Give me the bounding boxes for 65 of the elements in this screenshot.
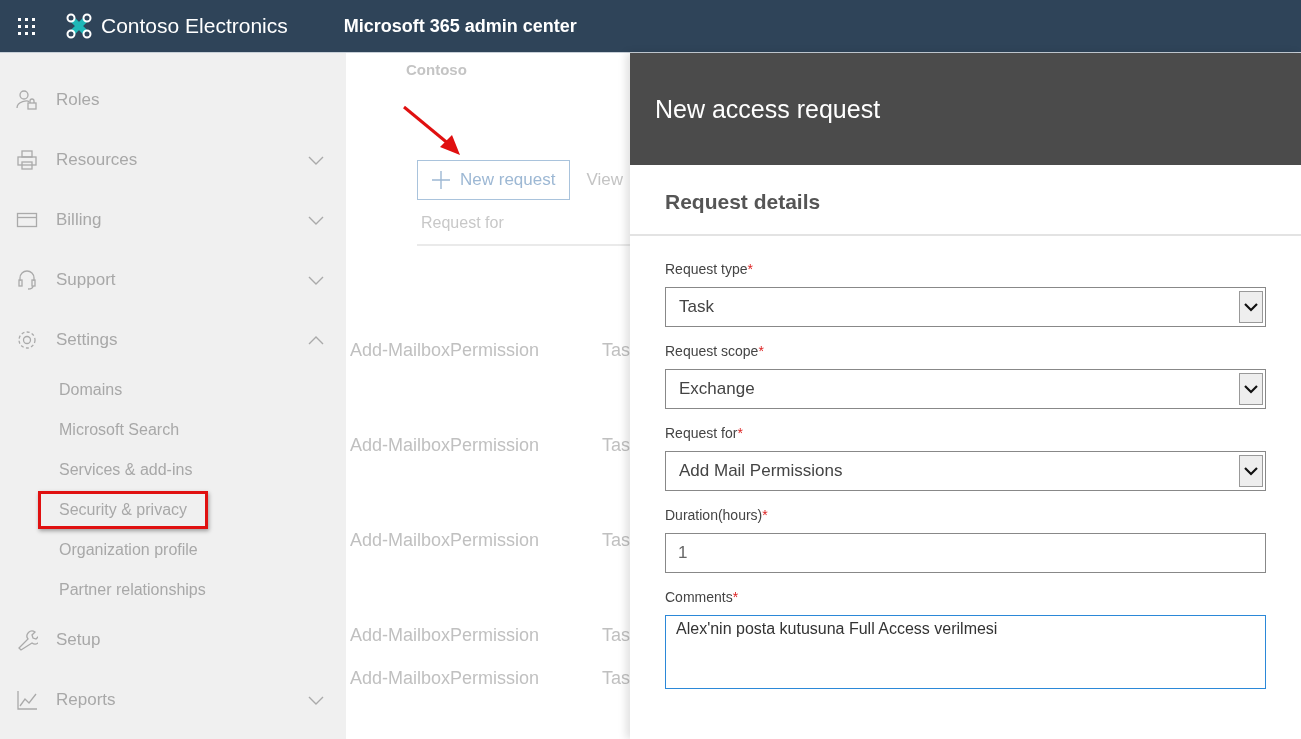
table-cell-text: Add-MailboxPermission (350, 435, 541, 457)
panel-title: New access request (655, 94, 881, 124)
headset-icon (16, 269, 38, 291)
required-mark: * (732, 589, 739, 605)
nav-item[interactable]: Setup (0, 610, 346, 670)
nav-item[interactable]: Roles (0, 70, 346, 130)
nav-label: Settings (56, 330, 119, 350)
table-cell-text: Tas (602, 530, 630, 552)
nav-label: Roles (56, 90, 101, 110)
sidebar-item[interactable]: Security & privacy (38, 491, 209, 529)
nav-label: Setup (56, 630, 102, 650)
field-label: Request scope (665, 343, 759, 359)
line-chart-icon (16, 689, 38, 711)
input-field[interactable]: 1 (665, 533, 1266, 573)
required-mark: * (747, 261, 753, 277)
nav-label: Resources (56, 150, 139, 170)
nav-item[interactable]: Support (0, 250, 346, 310)
comments-field[interactable]: Alex'nin posta kutusuna Full Access verilmesi (665, 615, 1266, 689)
table-cell-text: Add-MailboxPermission (350, 530, 541, 552)
nav-label: Support (56, 270, 117, 290)
brand-name[interactable]: Contoso Electronics (101, 14, 288, 38)
field-label: Request for (665, 425, 738, 441)
nav-label: Billing (56, 210, 103, 230)
sidebar-item[interactable]: Domains (38, 371, 144, 409)
breadcrumb[interactable]: Contoso (406, 61, 630, 78)
required-mark: * (762, 507, 768, 523)
required-mark: * (758, 343, 764, 359)
table-cell-text: Add-MailboxPermission (350, 625, 541, 647)
sidebar-item[interactable]: Microsoft Search (38, 411, 201, 449)
settings-icon (16, 329, 38, 351)
chevron-down-icon[interactable] (1239, 373, 1263, 405)
wrench-icon (16, 629, 38, 651)
field-label: Comments (665, 589, 733, 605)
plus-icon (432, 171, 450, 189)
chevron-up-icon[interactable] (308, 335, 324, 345)
table-cell-text: Tas (602, 435, 630, 457)
app-launcher-icon[interactable] (16, 16, 36, 36)
sidebar-item[interactable]: Services & add-ins (38, 451, 214, 489)
logo-icon (66, 13, 92, 39)
field-label: Request type (665, 261, 748, 277)
sidebar-item[interactable]: Partner relationships (38, 571, 227, 609)
table-cell-text: Add-MailboxPermission (350, 340, 541, 362)
chevron-down-icon[interactable] (1239, 291, 1263, 323)
dropdown[interactable]: Exchange (665, 369, 1266, 409)
table-cell-text: Add-MailboxPermission (350, 668, 541, 690)
required-mark: * (737, 425, 743, 441)
dropdown[interactable]: Add Mail Permissions (665, 451, 1266, 491)
nav-label: Reports (56, 690, 117, 710)
app-title: Microsoft 365 admin center (343, 15, 577, 37)
field-label: Duration(hours) (665, 507, 763, 523)
chevron-down-icon[interactable] (1239, 455, 1263, 487)
nav-item[interactable]: Billing (0, 190, 346, 250)
printer-icon (16, 149, 38, 171)
section-title: Request details (630, 165, 1301, 236)
dropdown[interactable]: Task (665, 287, 1266, 327)
table-cell-text: Tas (602, 668, 630, 690)
person-lock-icon (16, 89, 38, 111)
new-request-button[interactable]: New request (417, 160, 571, 200)
table-cell-text: Tas (602, 340, 630, 362)
nav-item[interactable]: Settings (0, 310, 346, 370)
nav-item[interactable]: Resources (0, 130, 346, 190)
view-link[interactable]: View (586, 170, 623, 190)
table-cell-text: Tas (602, 625, 630, 647)
nav-item[interactable]: Reports (0, 670, 346, 730)
sidebar-item[interactable]: Organization profile (38, 531, 219, 569)
